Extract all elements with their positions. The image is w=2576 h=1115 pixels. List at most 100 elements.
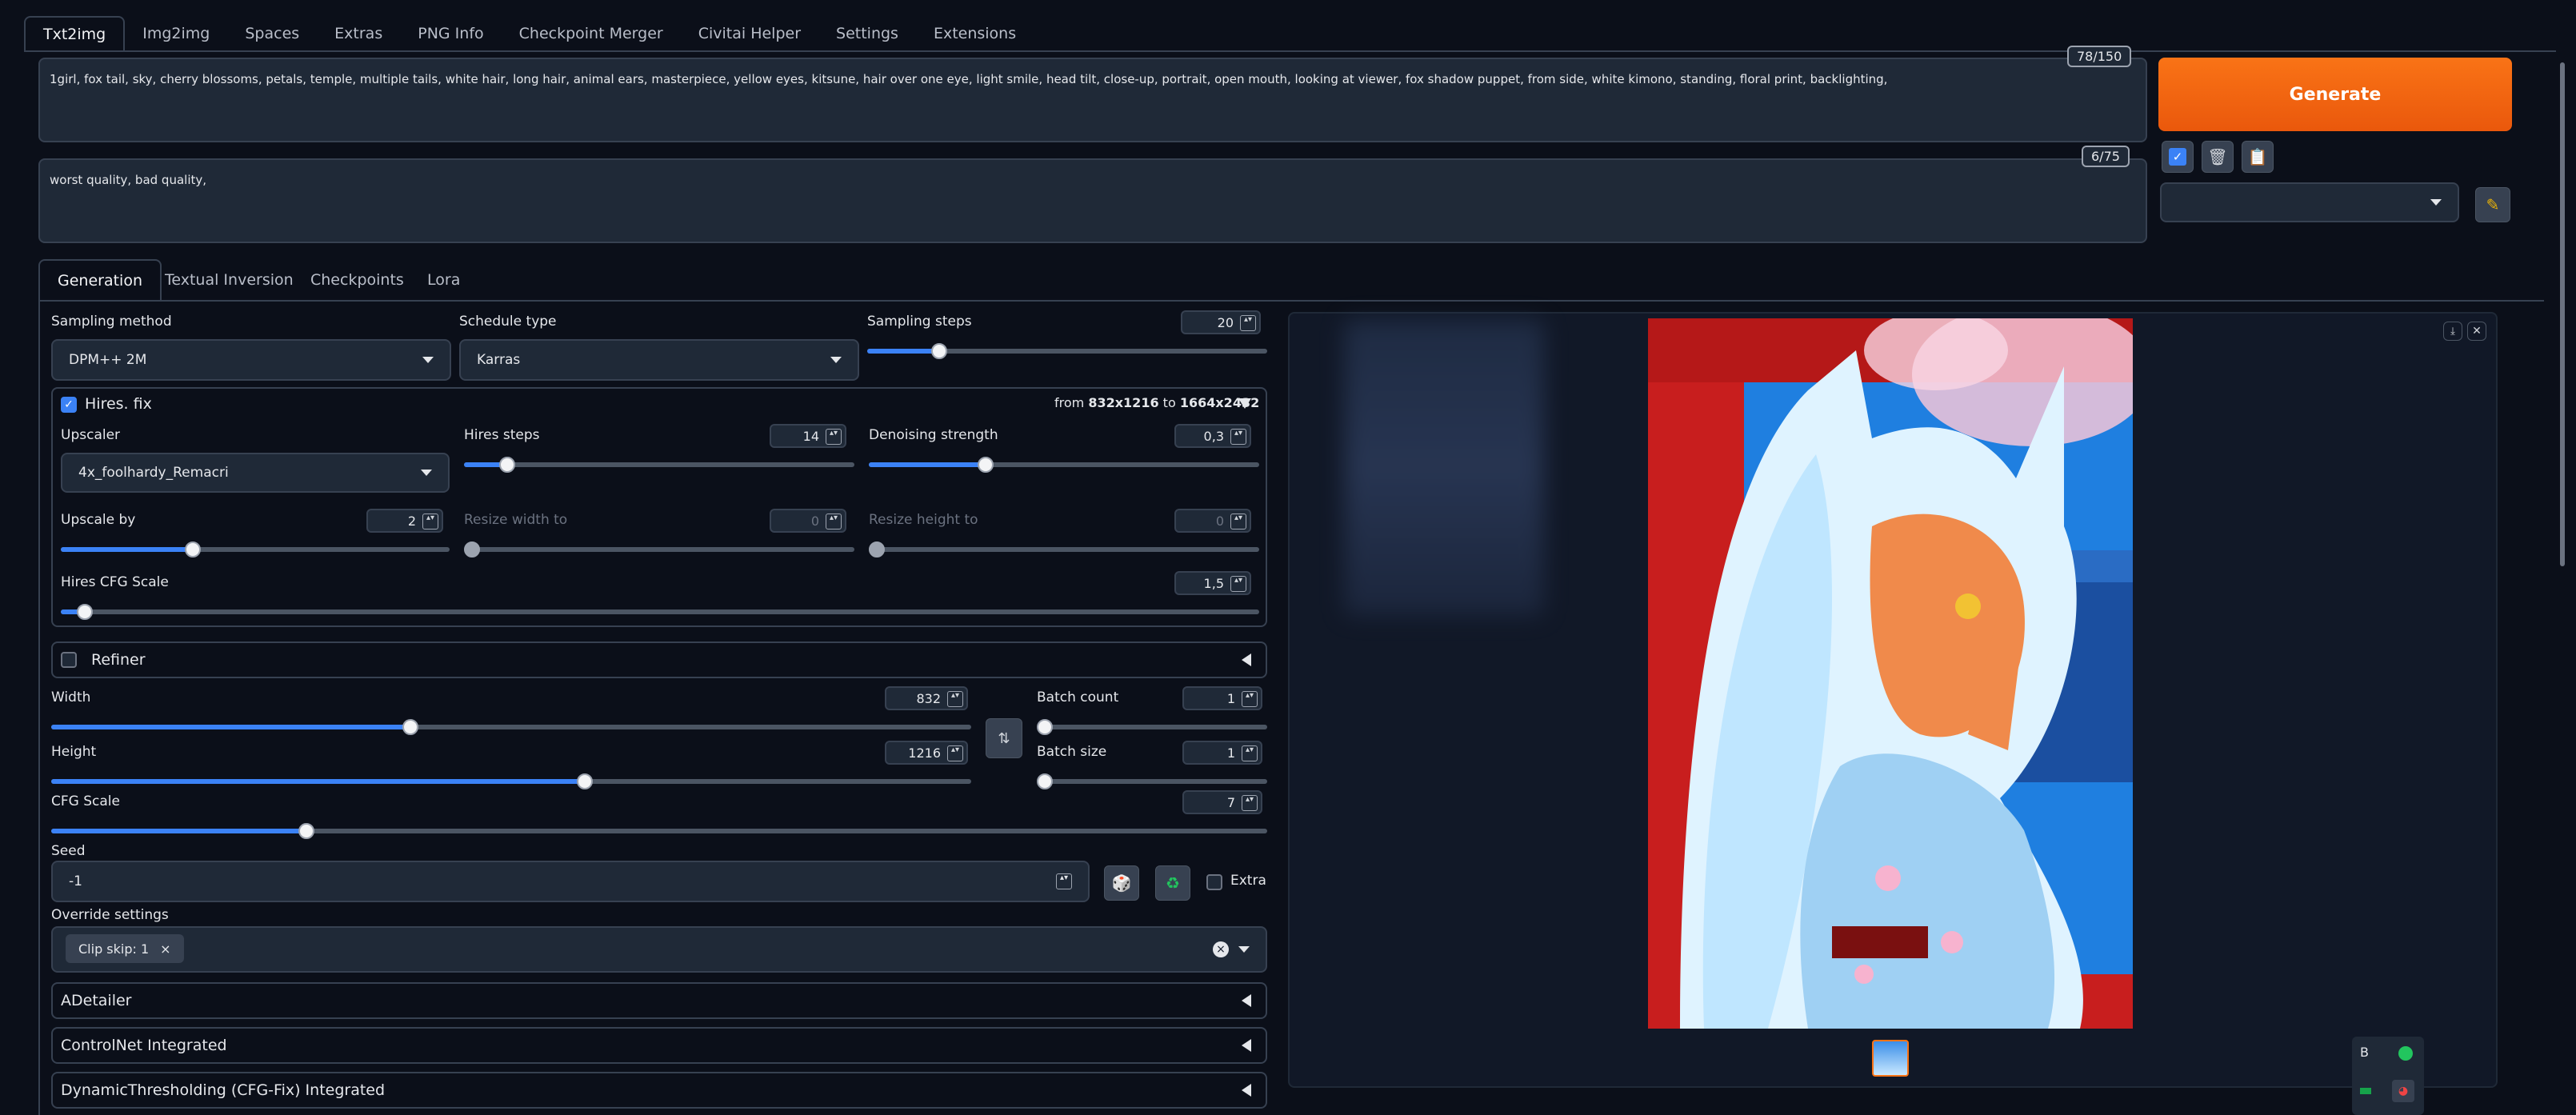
tab-generation[interactable]: Generation: [38, 259, 162, 301]
stepper-icon[interactable]: ▴▾: [1242, 691, 1258, 707]
hires-cfg-input[interactable]: 1,5 ▴▾: [1174, 571, 1251, 595]
tab-textual-inversion[interactable]: Textual Inversion: [147, 259, 311, 301]
batch-size-slider[interactable]: [1037, 773, 1267, 789]
stepper-icon[interactable]: ▴▾: [1230, 576, 1246, 592]
hires-steps-input[interactable]: 14 ▴▾: [770, 424, 846, 448]
stepper-icon[interactable]: ▴▾: [1056, 873, 1072, 889]
tab-checkpoints[interactable]: Checkpoints: [293, 259, 422, 301]
width-slider[interactable]: [51, 719, 971, 735]
sampling-steps-slider[interactable]: [867, 343, 1267, 359]
tab-img2img[interactable]: Img2img: [125, 16, 227, 51]
tab-txt2img[interactable]: Txt2img: [24, 16, 126, 51]
tab-spaces[interactable]: Spaces: [227, 16, 317, 51]
seed-label: Seed: [51, 843, 86, 859]
styles-dropdown[interactable]: [2160, 182, 2459, 222]
schedule-type-label: Schedule type: [459, 314, 557, 330]
stepper-icon[interactable]: ▴▾: [1230, 429, 1246, 445]
stepper-icon[interactable]: ▴▾: [1230, 514, 1246, 530]
tab-extensions[interactable]: Extensions: [916, 16, 1034, 51]
hires-fix-checkbox[interactable]: ✓: [61, 397, 77, 413]
generate-button[interactable]: Generate: [2158, 58, 2512, 131]
tab-civitai-helper[interactable]: Civitai Helper: [681, 16, 818, 51]
stepper-icon[interactable]: ▴▾: [947, 745, 963, 761]
override-settings-select[interactable]: ×: [51, 926, 1267, 973]
schedule-type-select[interactable]: Karras: [459, 339, 859, 381]
resize-width-input[interactable]: 0 ▴▾: [770, 509, 846, 533]
generated-image[interactable]: [1648, 318, 2133, 1029]
status-dot-icon[interactable]: [2398, 1046, 2413, 1061]
sampling-method-select[interactable]: DPM++ 2M: [51, 339, 451, 381]
swap-dimensions-icon[interactable]: ⇅: [986, 718, 1022, 758]
stepper-icon[interactable]: ▴▾: [826, 514, 842, 530]
seed-input[interactable]: -1 ▴▾: [51, 861, 1090, 902]
tab-extras[interactable]: Extras: [317, 16, 400, 51]
chevron-down-icon[interactable]: [1238, 946, 1250, 953]
checkbox-icon[interactable]: ✓: [2162, 141, 2194, 173]
clipboard-icon[interactable]: 📋: [2242, 141, 2274, 173]
hires-cfg-slider[interactable]: [61, 604, 1259, 620]
width-input[interactable]: 832 ▴▾: [885, 686, 968, 710]
resize-width-slider[interactable]: [464, 542, 854, 558]
resize-height-slider[interactable]: [869, 542, 1259, 558]
adetailer-accordion[interactable]: ADetailer: [51, 982, 1267, 1019]
close-icon[interactable]: ✕: [2467, 322, 2486, 341]
negative-prompt-input[interactable]: worst quality, bad quality,: [38, 158, 2147, 243]
gallery-thumbnail[interactable]: [1872, 1040, 1909, 1077]
denoising-input[interactable]: 0,3 ▴▾: [1174, 424, 1251, 448]
tab-png-info[interactable]: PNG Info: [400, 16, 501, 51]
hires-resolution-info: from 832x1216 to 1664x2432: [1054, 395, 1259, 410]
remove-tag-icon[interactable]: ×: [160, 941, 170, 957]
denoising-slider[interactable]: [869, 457, 1259, 473]
hires-to-text: to: [1162, 395, 1176, 410]
schedule-type-value: Karras: [477, 352, 521, 368]
collapse-triangle-icon[interactable]: [1238, 398, 1251, 409]
controlnet-accordion[interactable]: ControlNet Integrated: [51, 1027, 1267, 1064]
tab-settings[interactable]: Settings: [818, 16, 916, 51]
pencil-icon[interactable]: ✎: [2475, 187, 2510, 222]
refiner-section[interactable]: Refiner: [51, 641, 1267, 678]
adetailer-label: ADetailer: [61, 992, 132, 1009]
dynamic-thresholding-accordion[interactable]: DynamicThresholding (CFG-Fix) Integrated: [51, 1072, 1267, 1109]
page-scrollbar[interactable]: [2560, 62, 2565, 566]
expand-triangle-icon: [1242, 994, 1251, 1007]
expand-triangle-icon[interactable]: [1242, 653, 1251, 666]
positive-prompt-input[interactable]: 1girl, fox tail, sky, cherry blossoms, p…: [38, 58, 2147, 142]
sampling-steps-input[interactable]: 20 ▴▾: [1181, 310, 1261, 334]
hires-steps-slider[interactable]: [464, 457, 854, 473]
cfg-scale-input[interactable]: 7 ▴▾: [1182, 790, 1262, 814]
color-wheel-icon[interactable]: ◕: [2392, 1080, 2414, 1102]
extra-seed-checkbox[interactable]: [1206, 874, 1222, 890]
height-slider[interactable]: [51, 773, 971, 789]
stepper-icon[interactable]: ▴▾: [422, 514, 438, 530]
stepper-icon[interactable]: ▴▾: [1242, 795, 1258, 811]
cfg-scale-slider[interactable]: [51, 823, 1267, 839]
expand-triangle-icon: [1242, 1084, 1251, 1097]
tab-checkpoint-merger[interactable]: Checkpoint Merger: [502, 16, 681, 51]
refiner-checkbox[interactable]: [61, 652, 77, 668]
upscale-by-slider[interactable]: [61, 542, 450, 558]
stepper-icon[interactable]: ▴▾: [1240, 315, 1256, 331]
upscaler-value: 4x_foolhardy_Remacri: [78, 465, 229, 481]
positive-token-counter: 78/150: [2067, 46, 2132, 67]
trash-icon[interactable]: 🗑: [2202, 141, 2234, 173]
batch-count-input[interactable]: 1 ▴▾: [1182, 686, 1262, 710]
nvidia-icon[interactable]: [2360, 1088, 2371, 1094]
download-icon[interactable]: ⤓: [2443, 322, 2462, 341]
upscale-by-input[interactable]: 2 ▴▾: [366, 509, 443, 533]
tab-lora[interactable]: Lora: [410, 259, 478, 301]
recycle-icon[interactable]: ♻: [1155, 865, 1190, 901]
stepper-icon[interactable]: ▴▾: [947, 691, 963, 707]
height-input[interactable]: 1216 ▴▾: [885, 741, 968, 765]
upscaler-select[interactable]: 4x_foolhardy_Remacri: [61, 453, 450, 493]
clear-icon[interactable]: ×: [1213, 941, 1229, 957]
batch-size-input[interactable]: 1 ▴▾: [1182, 741, 1262, 765]
batch-count-slider[interactable]: [1037, 719, 1267, 735]
dice-icon[interactable]: 🎲: [1104, 865, 1139, 901]
width-label: Width: [51, 689, 91, 705]
resize-height-input[interactable]: 0 ▴▾: [1174, 509, 1251, 533]
negative-token-counter: 6/75: [2082, 146, 2130, 167]
hires-steps-label: Hires steps: [464, 427, 540, 443]
stepper-icon[interactable]: ▴▾: [1242, 745, 1258, 761]
bold-b-icon[interactable]: B: [2360, 1045, 2369, 1060]
stepper-icon[interactable]: ▴▾: [826, 429, 842, 445]
